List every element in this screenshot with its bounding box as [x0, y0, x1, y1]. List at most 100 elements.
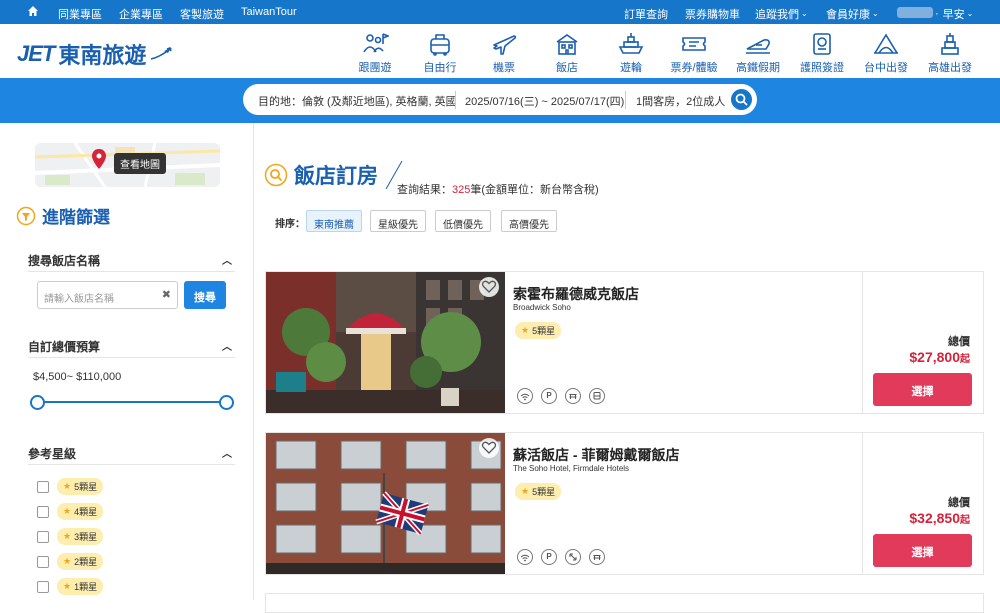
nav-cruises-label: 遊輪	[620, 62, 642, 74]
budget-section-header[interactable]: 自訂總價預算 ︿	[28, 338, 235, 358]
result-suffix: 筆(金額單位：新台幣含稅)	[470, 184, 599, 196]
nav-tickets-experiences[interactable]: 票券/體驗	[664, 32, 724, 75]
sort-price-low[interactable]: 低價優先	[435, 210, 491, 232]
nav-passport-visa[interactable]: 護照簽證	[792, 32, 852, 75]
nav-taichung-departure-label: 台中出發	[864, 62, 908, 74]
link-corporate-zone[interactable]: 企業專區	[119, 6, 163, 22]
hotel-price: $32,850起	[909, 510, 970, 526]
hotel-name[interactable]: 蘇活飯店 - 菲爾姆戴爾飯店	[513, 445, 679, 465]
card-divider	[862, 433, 863, 574]
hotel-card-partial[interactable]	[265, 593, 984, 613]
ticket-icon	[682, 37, 706, 51]
chevron-down-icon: ⌄	[872, 9, 879, 18]
star-filter-5[interactable]: ★ 5顆星	[37, 478, 104, 495]
hotel-name-section-header[interactable]: 搜尋飯店名稱 ︿	[28, 252, 235, 272]
star-filter-4[interactable]: ★ 4顆星	[37, 503, 104, 520]
main-header: JET 東南旅遊 跟團遊 自由行 機票 飯店 遊輪 票券/體驗 高鐵假期 護照簽…	[0, 24, 1000, 78]
greeting-label: 早安	[942, 9, 965, 21]
follow-us-dropdown[interactable]: 追蹤我們 ⌄	[755, 6, 808, 22]
hotel-star-label: 5顆星	[532, 487, 556, 497]
checkbox[interactable]	[37, 580, 49, 593]
link-order-inquiry-label: 訂單查詢	[624, 9, 668, 21]
link-order-inquiry[interactable]: 訂單查詢	[624, 6, 668, 22]
user-greeting[interactable]: · 早安 ⌄	[935, 6, 973, 22]
amenity-icons: P	[517, 388, 605, 404]
result-count: 325	[452, 184, 471, 196]
select-hotel-button[interactable]: 選擇	[873, 534, 972, 567]
hotel-name-search-button[interactable]: 搜尋	[184, 281, 226, 309]
favorite-button[interactable]	[479, 277, 499, 297]
home-icon[interactable]	[27, 5, 39, 17]
hotel-card[interactable]: 索霍布羅德威克飯店 Broadwick Soho ★ 5顆星 P 總價 $27,8…	[265, 271, 984, 414]
hotel-card[interactable]: 蘇活飯店 - 菲爾姆戴爾飯店 The Soho Hotel, Firmdale …	[265, 432, 984, 575]
link-ticket-cart[interactable]: 票券購物車	[685, 6, 740, 22]
rooms-guests-field[interactable]: 1間客房，2位成人	[636, 93, 725, 109]
budget-slider-max-handle[interactable]	[218, 395, 234, 410]
hotel-name[interactable]: 索霍布羅德威克飯店	[513, 284, 639, 304]
sort-recommended[interactable]: 東南推薦	[306, 210, 362, 232]
nav-flights[interactable]: 機票	[474, 32, 534, 75]
shuttle-bus-icon	[589, 388, 605, 404]
checkbox[interactable]	[37, 505, 49, 518]
link-agency-zone[interactable]: 同業專區	[58, 6, 102, 22]
hotel-price: $27,800起	[909, 349, 970, 365]
star-filter-label: 1顆星	[74, 582, 98, 592]
logo-plane-icon	[151, 47, 173, 60]
destination-field[interactable]: 目的地：倫敦 (及鄰近地區), 英格蘭, 英國	[258, 93, 457, 109]
kaohsiung-tower-icon	[941, 33, 959, 55]
chevron-up-icon[interactable]: ︿	[222, 445, 232, 460]
brand-logo[interactable]: JET 東南旅遊	[17, 38, 173, 70]
hotel-name-input[interactable]: 請輸入飯店名稱 ✖	[37, 281, 178, 309]
member-offers-dropdown[interactable]: 會員好康 ⌄	[826, 6, 879, 22]
price-suffix: 起	[960, 515, 970, 526]
date-range-field[interactable]: 2025/07/16(三) ~ 2025/07/17(四)	[465, 93, 624, 109]
total-price-label: 總價	[948, 497, 970, 509]
favorite-button[interactable]	[479, 438, 499, 458]
checkbox[interactable]	[37, 530, 49, 543]
search-icon	[735, 93, 748, 106]
checkbox[interactable]	[37, 555, 49, 568]
restaurant-icon	[589, 549, 605, 565]
star-icon: ★	[63, 481, 72, 491]
card-divider	[862, 272, 863, 413]
sort-label: 排序：	[275, 219, 305, 230]
chevron-down-icon: ⌄	[801, 9, 808, 18]
hotel-photo[interactable]	[266, 433, 505, 574]
nav-cruises[interactable]: 遊輪	[601, 32, 661, 75]
nav-kaohsiung-departure-label: 高雄出發	[928, 62, 972, 74]
clear-icon[interactable]: ✖	[162, 288, 171, 301]
view-map-button[interactable]: 查看地圖	[114, 153, 166, 174]
nav-flights-label: 機票	[493, 62, 515, 74]
sort-star-rating[interactable]: 星級優先	[370, 210, 426, 232]
checkbox[interactable]	[37, 480, 49, 493]
star-filter-3[interactable]: ★ 3顆星	[37, 528, 104, 545]
star-filter-1[interactable]: ★ 1顆星	[37, 578, 104, 595]
link-custom-travel[interactable]: 客製旅遊	[180, 6, 224, 22]
select-hotel-button[interactable]: 選擇	[873, 373, 972, 406]
parking-icon: P	[541, 549, 557, 565]
chevron-up-icon[interactable]: ︿	[222, 338, 232, 353]
nav-tour-group[interactable]: 跟團遊	[345, 32, 405, 75]
nav-hsr-vacation[interactable]: 高鐵假期	[728, 32, 788, 75]
section-divider	[28, 271, 235, 272]
logo-chinese-text: 東南旅遊	[58, 44, 147, 69]
nav-kaohsiung-departure[interactable]: 高雄出發	[920, 32, 980, 75]
nav-hotels[interactable]: 飯店	[537, 32, 597, 75]
star-filter-2[interactable]: ★ 2顆星	[37, 553, 104, 570]
chevron-up-icon[interactable]: ︿	[222, 252, 232, 267]
star-icon: ★	[63, 581, 72, 591]
star-rating-section-header[interactable]: 參考星級 ︿	[28, 445, 235, 465]
nav-independent-travel[interactable]: 自由行	[410, 32, 470, 75]
search-button[interactable]	[731, 89, 752, 110]
search-band: 目的地：倫敦 (及鄰近地區), 英格蘭, 英國 2025/07/16(三) ~ …	[0, 78, 1000, 123]
luggage-icon	[430, 34, 450, 56]
budget-slider-min-handle[interactable]	[29, 395, 45, 410]
link-taiwantour[interactable]: TaiwanTour	[241, 6, 297, 18]
budget-slider-track[interactable]	[37, 401, 226, 403]
nav-taichung-departure[interactable]: 台中出發	[856, 32, 916, 75]
hotel-name-section-title: 搜尋飯店名稱	[28, 254, 101, 268]
page-title: 飯店訂房	[294, 165, 378, 188]
sort-price-high[interactable]: 高價優先	[501, 210, 557, 232]
logo-jet-text: JET	[17, 41, 55, 66]
hotel-photo[interactable]	[266, 272, 505, 413]
